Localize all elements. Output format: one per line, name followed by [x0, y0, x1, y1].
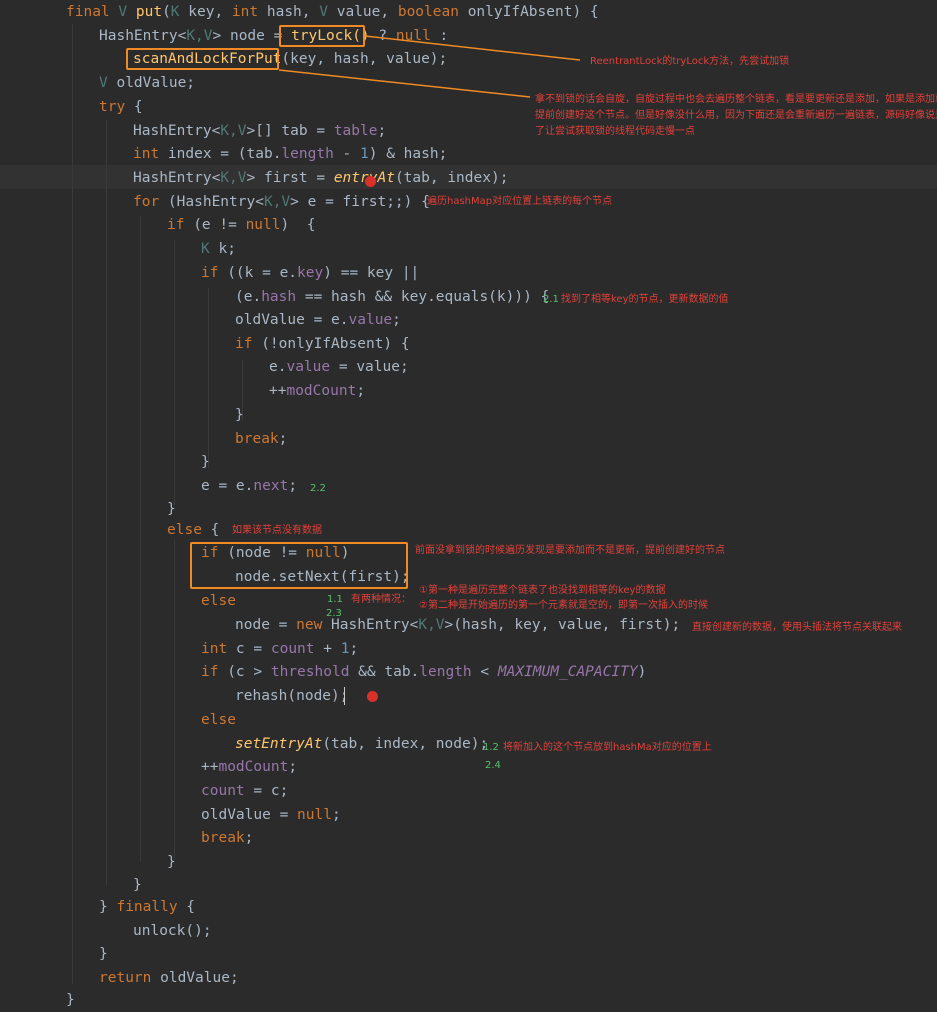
- note-num-1-2: 1.2: [483, 742, 499, 753]
- note-scan-line-2: 提前创建好这个节点。但是好像没什么用，因为下面还是会重新遍历一遍链表，源码好像说…: [535, 110, 937, 121]
- note-else: 如果该节点没有数据: [232, 525, 322, 536]
- note-num-2-2: 2.2: [310, 483, 326, 494]
- text-caret: [344, 687, 345, 705]
- note-num-2-3: 2.3: [326, 608, 342, 619]
- note-num-2-4: 2.4: [485, 760, 501, 771]
- note-direct: 直接创建新的数据，使用头插法将节点关联起来: [692, 622, 902, 633]
- note-two-cases: 有两种情况：: [351, 594, 411, 605]
- annotation-connectors: [278, 35, 581, 98]
- scan-connector: [278, 69, 531, 98]
- breakpoint-marker[interactable]: [367, 691, 378, 702]
- breakpoint-marker[interactable]: [365, 176, 376, 187]
- note-trylock: ReentrantLock的tryLock方法，先尝试加锁: [590, 56, 790, 67]
- note-loop: 遍历hashMap对应位置上链表的每个节点: [427, 196, 613, 207]
- note-scan-line-1: 拿不到锁的话会自旋，自旋过程中也会去遍历整个链表，看是要更新还是添加，如果是添加…: [535, 94, 937, 105]
- note-found: 找到了相等key的节点，更新数据的值: [561, 294, 729, 305]
- note-num-2-1: 2.1: [543, 294, 559, 305]
- code-editor[interactable]: final V put(K key, int hash, V value, bo…: [0, 0, 937, 1010]
- note-set-entry: 将新加入的这个节点放到hashMa对应的位置上: [503, 742, 712, 753]
- note-scan-line-3: 了让尝试获取锁的线程代码走慢一点: [535, 126, 695, 137]
- note-case-1: ①第一种是遍历完整个链表了也没找到相等的key的数据: [419, 585, 666, 596]
- trylock-connector: [364, 35, 581, 61]
- note-prebuilt: 前面没拿到锁的时候遍历发现是要添加而不是更新，提前创建好的节点: [415, 545, 725, 556]
- note-num-1-1: 1.1: [327, 594, 343, 605]
- note-case-2: ②第二种是开始遍历的第一个元素就是空的，即第一次插入的时候: [419, 600, 708, 611]
